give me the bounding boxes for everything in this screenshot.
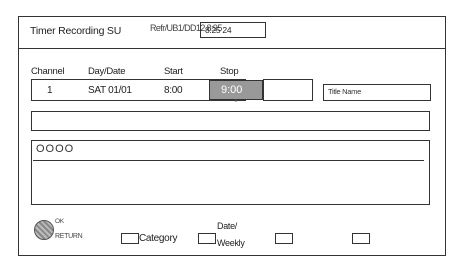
- stop-time-value: 9:00: [221, 84, 243, 96]
- title-divider: [18, 48, 446, 49]
- program-name-placeholder: OOOO: [36, 143, 75, 155]
- column-header-start: Start: [164, 66, 183, 77]
- fourth-color-key-icon[interactable]: [352, 233, 370, 244]
- ok-label: OK: [55, 218, 64, 225]
- screen-title: Timer Recording SU: [30, 25, 122, 37]
- day-date-field[interactable]: SAT 01/01: [88, 85, 132, 96]
- cursor-indicator: ●: [234, 98, 238, 104]
- title-name-field[interactable]: Title Name: [323, 84, 431, 101]
- channel-field[interactable]: 1: [47, 85, 53, 96]
- empty-option-field[interactable]: [263, 79, 313, 101]
- start-time-field[interactable]: 8:00: [164, 85, 183, 96]
- column-header-channel: Channel: [31, 66, 65, 77]
- program-detail-panel: [31, 140, 430, 205]
- remote-direction-pad-icon: [34, 220, 54, 240]
- current-date-box: 8:25 24: [200, 22, 266, 38]
- column-header-day-date: Day/Date: [88, 66, 126, 77]
- date-weekly-label-line1: Date/: [217, 221, 238, 231]
- category-label: Category: [139, 233, 178, 244]
- return-label: RETURN: [55, 233, 83, 240]
- column-header-stop: Stop: [220, 66, 239, 77]
- timer-recording-screen: [18, 16, 446, 256]
- date-weekly-label-line2: Weekly: [217, 238, 245, 248]
- program-info-bar: [31, 111, 430, 131]
- panel-divider: [33, 160, 424, 161]
- date-weekly-color-key-icon[interactable]: [198, 233, 216, 244]
- third-color-key-icon[interactable]: [275, 233, 293, 244]
- category-color-key-icon[interactable]: [121, 233, 139, 244]
